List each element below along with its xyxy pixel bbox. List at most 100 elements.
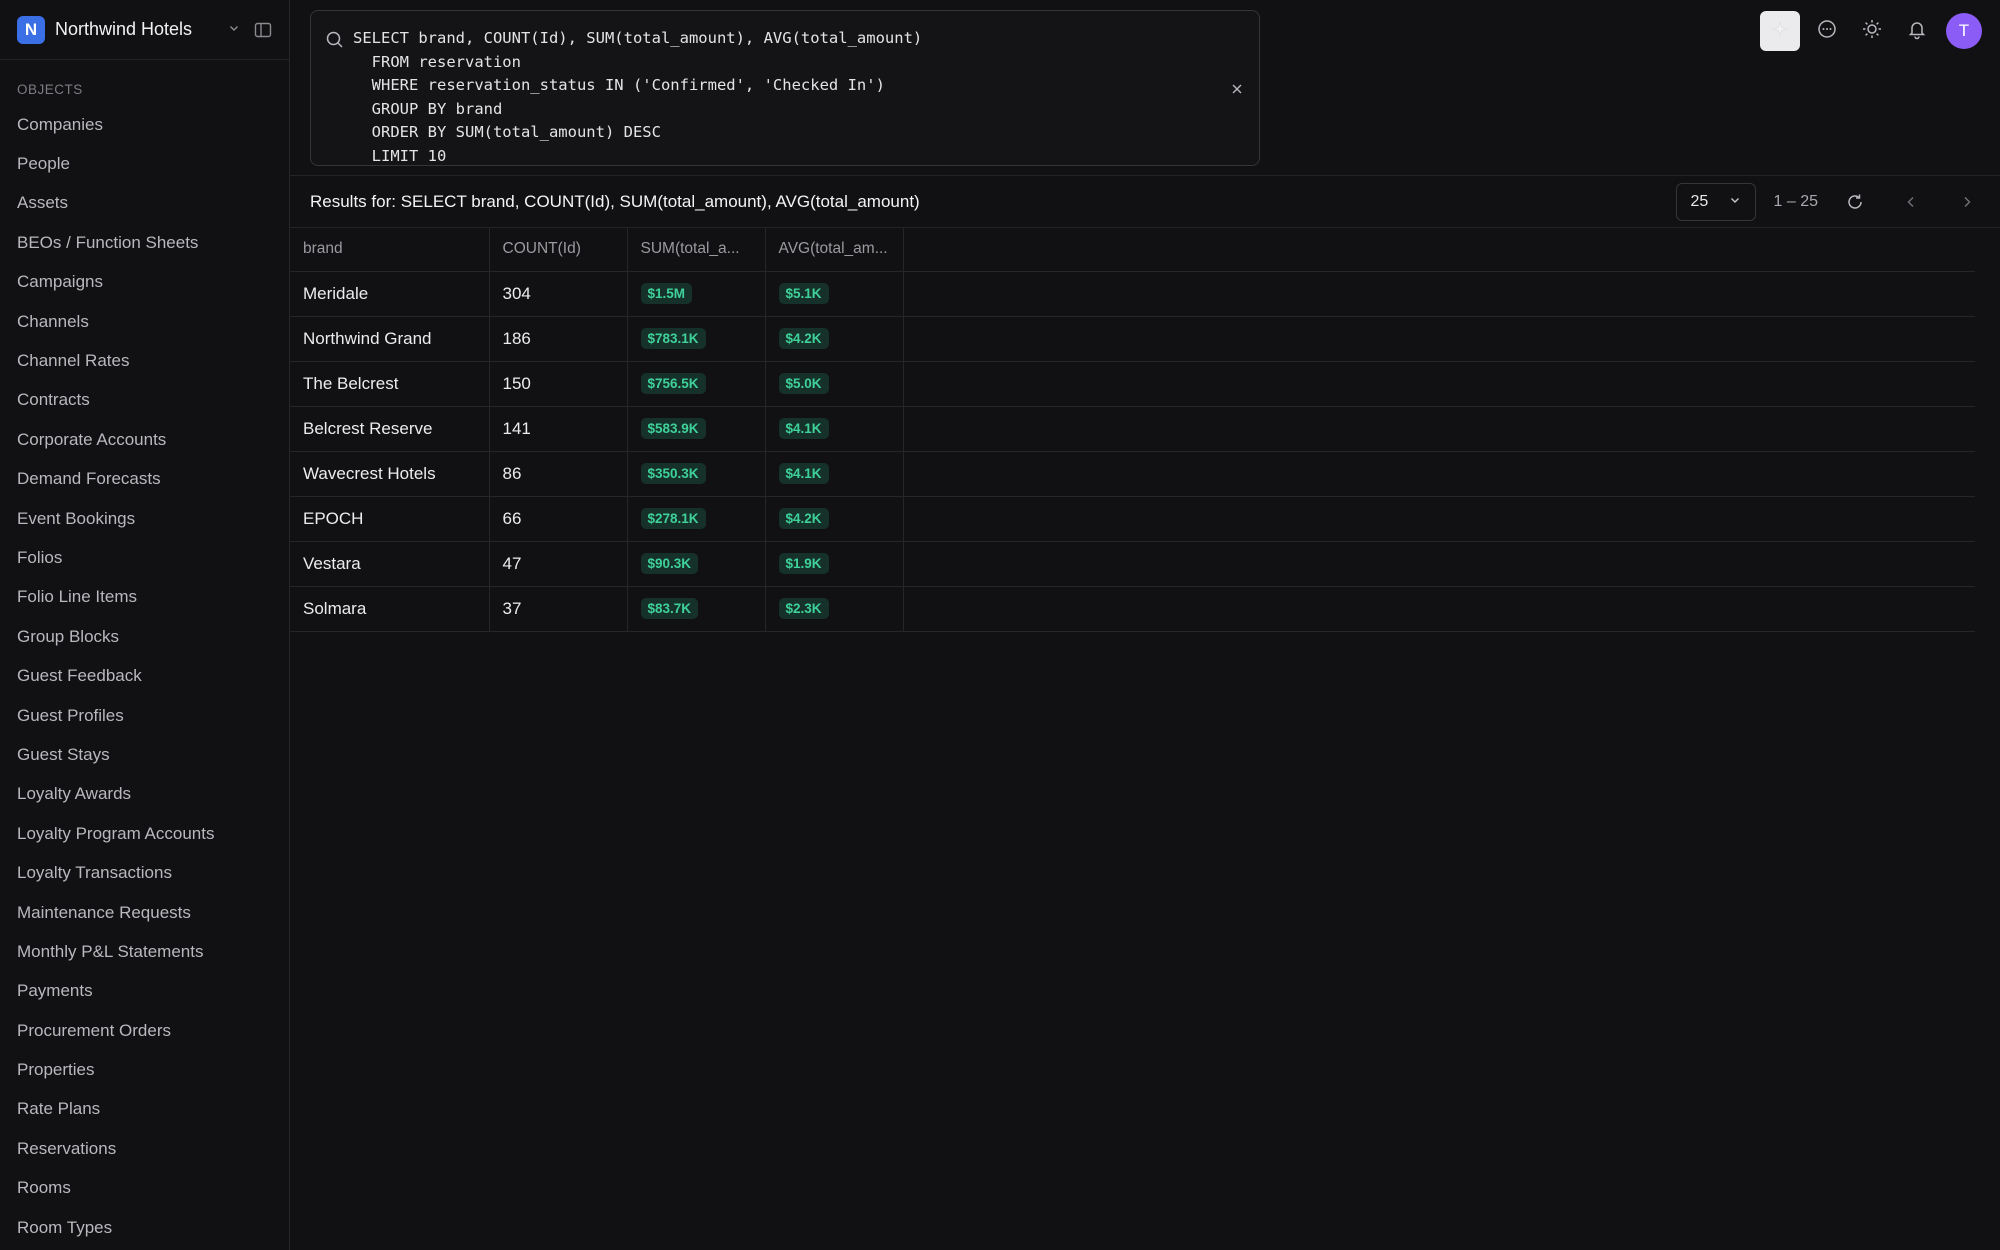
- column-header-avg[interactable]: AVG(total_am...: [765, 228, 904, 272]
- sidebar-item-channel-rates[interactable]: Channel Rates: [0, 341, 289, 380]
- column-header-brand[interactable]: brand: [290, 228, 490, 272]
- sidebar-item-people[interactable]: People: [0, 144, 289, 183]
- cell-avg: $4.2K: [765, 496, 904, 542]
- sidebar-item-beos-function-sheets[interactable]: BEOs / Function Sheets: [0, 223, 289, 262]
- page-size-select[interactable]: 25: [1675, 183, 1756, 221]
- cell-sum: $350.3K: [627, 451, 766, 497]
- chat-icon: [1816, 18, 1838, 45]
- currency-badge: $4.1K: [778, 418, 829, 439]
- close-icon[interactable]: [1229, 81, 1245, 97]
- column-header-filler: [903, 228, 1975, 272]
- objects-section-label: OBJECTS: [17, 82, 83, 97]
- results-title: Results for: SELECT brand, COUNT(Id), SU…: [310, 192, 920, 211]
- currency-badge: $4.2K: [778, 328, 829, 349]
- table-row[interactable]: Northwind Grand 186 $783.1K $4.2K: [290, 316, 1975, 362]
- cell-count: 304: [489, 271, 628, 317]
- sidebar-item-rooms[interactable]: Rooms: [0, 1169, 289, 1208]
- chevron-right-icon[interactable]: [1956, 191, 1978, 213]
- sidebar-item-properties[interactable]: Properties: [0, 1050, 289, 1089]
- bell-icon: [1906, 18, 1928, 45]
- sidebar-item-companies[interactable]: Companies: [0, 105, 289, 144]
- cell-avg: $2.3K: [765, 586, 904, 632]
- column-header-sum[interactable]: SUM(total_a...: [627, 228, 766, 272]
- cell-brand: Vestara: [290, 541, 490, 587]
- sidebar-item-group-blocks[interactable]: Group Blocks: [0, 617, 289, 656]
- notifications-button[interactable]: [1899, 13, 1935, 49]
- sidebar-item-procurement-orders[interactable]: Procurement Orders: [0, 1011, 289, 1050]
- workspace-switcher[interactable]: N Northwind Hotels: [0, 0, 289, 60]
- currency-badge: $4.2K: [778, 508, 829, 529]
- cell-avg: $5.1K: [765, 271, 904, 317]
- results-table: brand COUNT(Id) SUM(total_a... AVG(total…: [290, 228, 1975, 632]
- currency-badge: $783.1K: [640, 328, 706, 349]
- cell-sum: $756.5K: [627, 361, 766, 407]
- sidebar-item-loyalty-transactions[interactable]: Loyalty Transactions: [0, 853, 289, 892]
- chat-button[interactable]: [1809, 13, 1845, 49]
- cell-sum: $1.5M: [627, 271, 766, 317]
- sidebar-item-channels[interactable]: Channels: [0, 302, 289, 341]
- cell-avg: $1.9K: [765, 541, 904, 587]
- sun-icon: [1861, 18, 1883, 45]
- cell-brand: Belcrest Reserve: [290, 406, 490, 452]
- sidebar-item-monthly-p-l-statements[interactable]: Monthly P&L Statements: [0, 932, 289, 971]
- cell-count: 86: [489, 451, 628, 497]
- cell-filler: [903, 451, 1975, 497]
- top-actions: T: [1760, 11, 1982, 51]
- sidebar-item-contracts[interactable]: Contracts: [0, 381, 289, 420]
- table-row[interactable]: Belcrest Reserve 141 $583.9K $4.1K: [290, 406, 1975, 452]
- sidebar-item-assets[interactable]: Assets: [0, 184, 289, 223]
- table-row[interactable]: Solmara 37 $83.7K $2.3K: [290, 586, 1975, 632]
- table-row[interactable]: Meridale 304 $1.5M $5.1K: [290, 271, 1975, 317]
- ai-button[interactable]: [1760, 11, 1800, 51]
- sidebar-item-folio-line-items[interactable]: Folio Line Items: [0, 578, 289, 617]
- query-text[interactable]: SELECT brand, COUNT(Id), SUM(total_amoun…: [353, 27, 922, 168]
- sidebar-item-maintenance-requests[interactable]: Maintenance Requests: [0, 893, 289, 932]
- cell-filler: [903, 586, 1975, 632]
- sidebar-item-campaigns[interactable]: Campaigns: [0, 263, 289, 302]
- theme-toggle-button[interactable]: [1854, 13, 1890, 49]
- sidebar-item-guest-stays[interactable]: Guest Stays: [0, 735, 289, 774]
- cell-count: 186: [489, 316, 628, 362]
- cell-sum: $83.7K: [627, 586, 766, 632]
- chevron-left-icon[interactable]: [1900, 191, 1922, 213]
- currency-badge: $5.1K: [778, 283, 829, 304]
- sidebar-item-room-types[interactable]: Room Types: [0, 1208, 289, 1247]
- table-row[interactable]: The Belcrest 150 $756.5K $5.0K: [290, 361, 1975, 407]
- table-body: Meridale 304 $1.5M $5.1K Northwind Grand 186 $…: [290, 271, 1975, 632]
- query-editor[interactable]: SELECT brand, COUNT(Id), SUM(total_amoun…: [310, 10, 1260, 166]
- currency-badge: $278.1K: [640, 508, 706, 529]
- column-header-count[interactable]: COUNT(Id): [489, 228, 628, 272]
- currency-badge: $583.9K: [640, 418, 706, 439]
- refresh-icon[interactable]: [1844, 191, 1866, 213]
- avatar[interactable]: T: [1946, 13, 1982, 49]
- currency-badge: $83.7K: [640, 598, 699, 619]
- sidebar-item-rate-plans[interactable]: Rate Plans: [0, 1090, 289, 1129]
- chevron-down-icon[interactable]: [228, 22, 240, 37]
- sidebar-item-loyalty-awards[interactable]: Loyalty Awards: [0, 775, 289, 814]
- table-row[interactable]: Vestara 47 $90.3K $1.9K: [290, 541, 1975, 587]
- sidebar-item-event-bookings[interactable]: Event Bookings: [0, 499, 289, 538]
- currency-badge: $756.5K: [640, 373, 706, 394]
- cell-filler: [903, 496, 1975, 542]
- cell-count: 47: [489, 541, 628, 587]
- table-row[interactable]: Wavecrest Hotels 86 $350.3K $4.1K: [290, 451, 1975, 497]
- workspace-logo: N: [17, 15, 45, 44]
- table-header-row: brand COUNT(Id) SUM(total_a... AVG(total…: [290, 228, 1975, 272]
- sidebar-item-guest-feedback[interactable]: Guest Feedback: [0, 656, 289, 695]
- sidebar-item-payments[interactable]: Payments: [0, 972, 289, 1011]
- currency-badge: $4.1K: [778, 463, 829, 484]
- sidebar-item-corporate-accounts[interactable]: Corporate Accounts: [0, 420, 289, 459]
- sidebar-item-demand-forecasts[interactable]: Demand Forecasts: [0, 460, 289, 499]
- sidebar-item-folios[interactable]: Folios: [0, 538, 289, 577]
- sidebar-item-guest-profiles[interactable]: Guest Profiles: [0, 696, 289, 735]
- table-row[interactable]: EPOCH 66 $278.1K $4.2K: [290, 496, 1975, 542]
- results-bar: Results for: SELECT brand, COUNT(Id), SU…: [290, 176, 2000, 228]
- cell-count: 37: [489, 586, 628, 632]
- sidebar-item-reservations[interactable]: Reservations: [0, 1129, 289, 1168]
- sidebar-item-loyalty-program-accounts[interactable]: Loyalty Program Accounts: [0, 814, 289, 853]
- sidebar-toggle-icon[interactable]: [254, 21, 272, 39]
- cell-filler: [903, 271, 1975, 317]
- cell-brand: Solmara: [290, 586, 490, 632]
- cell-filler: [903, 406, 1975, 452]
- cell-filler: [903, 316, 1975, 362]
